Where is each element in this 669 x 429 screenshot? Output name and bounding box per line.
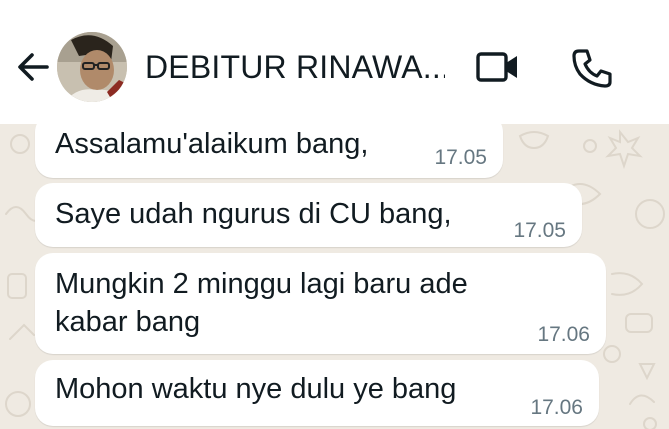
- message-text: Mungkin 2 minggu lagi baru ade kabar ban…: [55, 268, 468, 338]
- arrow-left-icon[interactable]: [14, 48, 52, 86]
- contact-name[interactable]: DEBITUR RINAWA...: [145, 48, 445, 86]
- chat-header: DEBITUR RINAWA...: [0, 0, 669, 124]
- message-bubble[interactable]: Mungkin 2 minggu lagi baru ade kabar ban…: [35, 253, 606, 354]
- message-bubble[interactable]: Saye udah ngurus di CU bang, 17.05: [35, 183, 582, 247]
- message-timestamp: 17.05: [434, 146, 487, 169]
- phone-icon[interactable]: [570, 46, 614, 90]
- message-text: Mohon waktu nye dulu ye bang: [55, 373, 457, 405]
- avatar[interactable]: [57, 32, 127, 102]
- message-bubble[interactable]: Assalamu'alaikum bang, 17.05: [35, 124, 503, 178]
- message-timestamp: 17.05: [513, 219, 566, 242]
- message-text: Saye udah ngurus di CU bang,: [55, 198, 452, 230]
- message-bubble[interactable]: Mohon waktu nye dulu ye bang 17.06: [35, 360, 599, 426]
- profile-photo: [57, 32, 127, 102]
- message-text: Assalamu'alaikum bang,: [55, 128, 369, 160]
- video-camera-icon[interactable]: [472, 47, 522, 87]
- message-timestamp: 17.06: [537, 323, 590, 346]
- chat-area[interactable]: Assalamu'alaikum bang, 17.05 Saye udah n…: [0, 124, 669, 429]
- message-timestamp: 17.06: [530, 396, 583, 419]
